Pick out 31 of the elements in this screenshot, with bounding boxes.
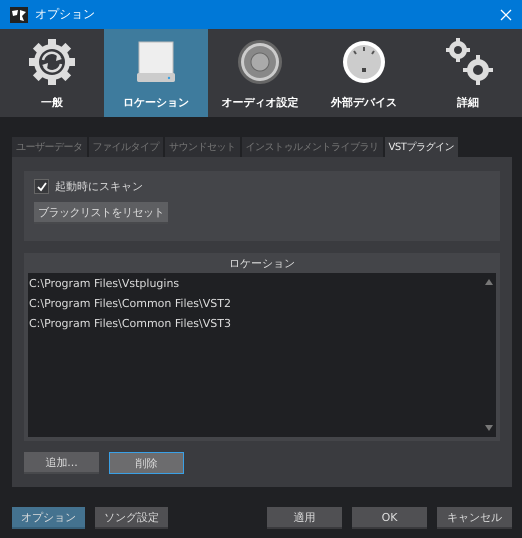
footer-button[interactable]: オプション bbox=[12, 507, 85, 529]
footer-button[interactable]: ソング設定 bbox=[95, 507, 168, 529]
checkbox[interactable] bbox=[34, 179, 49, 194]
category-tab[interactable]: 一般 bbox=[0, 29, 104, 117]
checkbox-label: 起動時にスキャン bbox=[55, 179, 143, 194]
column-header: ロケーション bbox=[228, 256, 296, 272]
scroll-up-icon[interactable] bbox=[485, 279, 493, 285]
reset-button[interactable]: ブラックリストをリセット bbox=[34, 202, 168, 224]
close-icon[interactable] bbox=[500, 8, 512, 20]
gear-icon bbox=[27, 36, 77, 86]
category-tab[interactable]: 詳細 bbox=[416, 29, 520, 117]
tab[interactable]: インストゥルメントライブラリ bbox=[242, 137, 382, 157]
dialog-button[interactable]: OK bbox=[352, 507, 427, 529]
dialog-button[interactable]: 適用 bbox=[267, 507, 342, 529]
tab[interactable]: ファイルタイプ bbox=[88, 137, 163, 157]
dialog-button[interactable]: キャンセル bbox=[437, 507, 512, 529]
scroll-down-icon[interactable] bbox=[485, 425, 493, 431]
list-button[interactable]: 追加... bbox=[24, 452, 99, 474]
window-title: オプション bbox=[35, 6, 96, 23]
tab[interactable]: VSTプラグイン bbox=[384, 137, 458, 157]
list-item[interactable]: C:\Program Files\Common Files\VST3 bbox=[28, 314, 482, 334]
list-item[interactable]: C:\Program Files\Vstplugins bbox=[28, 274, 482, 294]
tab[interactable]: サウンドセット bbox=[165, 137, 240, 157]
category-tab[interactable]: 外部デバイス bbox=[312, 29, 416, 117]
tab[interactable]: ユーザーデータ bbox=[12, 137, 86, 157]
gears-icon bbox=[443, 36, 493, 86]
category-tab[interactable]: ロケーション bbox=[104, 29, 208, 117]
app-logo-icon bbox=[10, 6, 28, 22]
list-button[interactable]: 削除 bbox=[109, 452, 184, 474]
category-tab[interactable]: オーディオ設定 bbox=[208, 29, 312, 117]
list-item[interactable]: C:\Program Files\Common Files\VST2 bbox=[28, 294, 482, 314]
